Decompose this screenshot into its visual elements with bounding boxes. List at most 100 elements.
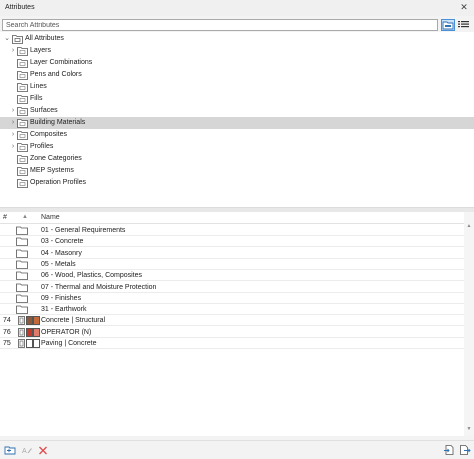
material-icon [18,339,25,348]
composites-icon [17,131,28,140]
zone-categories-icon [17,155,28,164]
tree-item-all-attributes[interactable]: ⌄ All Attributes [0,33,474,45]
tree-item-composites[interactable]: › Composites [0,129,474,141]
tree-item-label: Layer Combinations [30,59,93,66]
chevron-right-icon[interactable]: › [9,118,17,128]
folder-row[interactable]: 03 - Concrete [0,236,464,248]
layers-icon [17,47,28,56]
material-surface-swatch [33,339,40,348]
search-box[interactable] [2,19,438,31]
import-button[interactable] [443,444,455,456]
scroll-up-arrow-icon[interactable]: ▲ [466,223,472,229]
folder-icon [16,260,28,269]
tree-item-label: All Attributes [25,35,64,42]
list-view-icon [458,21,469,28]
folder-row[interactable]: 31 - Earthwork [0,304,464,316]
folder-icon [16,226,28,235]
tree-item-pens-and-colors[interactable]: Pens and Colors [0,69,474,81]
material-cut-fill-swatch [26,327,33,337]
operation-profiles-icon [17,179,28,188]
rename-button[interactable]: A [21,444,33,456]
list-scrollbar[interactable]: ▲ ▼ [464,212,474,436]
new-folder-button[interactable] [4,444,16,456]
folder-name: 01 - General Requirements [41,227,126,234]
tree-item-label: Operation Profiles [30,179,87,186]
chevron-right-icon[interactable]: › [9,142,17,152]
delete-button[interactable] [37,444,49,456]
tree-item-mep-systems[interactable]: MEP Systems [0,165,474,177]
folder-name: 07 - Thermal and Moisture Protection [41,283,157,291]
list-header: # ▲ Name [0,212,464,224]
folder-row[interactable]: 04 - Masonry [0,248,464,259]
material-icon [18,327,25,337]
tree-item-label: Zone Categories [30,155,82,162]
tree-item-profiles[interactable]: › Profiles [0,141,474,153]
import-icon [444,445,454,455]
attribute-tree: ⌄ All Attributes › Layers Layer Combinatio… [0,32,474,208]
tree-item-label: Profiles [30,143,54,150]
folder-row[interactable]: 09 - Finishes [0,293,464,304]
close-icon[interactable]: ✕ [459,2,469,12]
chevron-down-icon[interactable]: ⌄ [3,34,11,44]
building-materials-icon [17,119,28,128]
chevron-right-icon[interactable]: › [9,46,17,56]
tree-item-label: Building Materials [30,119,86,126]
scroll-down-arrow-icon[interactable]: ▼ [466,426,472,432]
attribute-list: # ▲ Name 01 - General Requirements 03 - C… [0,212,464,436]
folder-name: 31 - Earthwork [41,306,87,314]
folder-name: 03 - Concrete [41,238,84,246]
folder-icon [16,283,28,292]
tree-item-zone-categories[interactable]: Zone Categories [0,153,474,165]
index-column-header[interactable]: # [3,214,7,221]
folder-icon [16,305,28,314]
material-surface-swatch [33,327,40,337]
name-column-header[interactable]: Name [41,214,60,221]
mep-systems-icon [17,167,28,176]
delete-icon [39,446,47,455]
folder-row[interactable]: 07 - Thermal and Moisture Protection [0,282,464,293]
tree-item-layers[interactable]: › Layers [0,45,474,57]
svg-text:A: A [22,448,27,455]
tree-item-lines[interactable]: Lines [0,81,474,93]
rename-icon: A [22,448,32,455]
folder-row[interactable]: 01 - General Requirements [0,225,464,236]
tree-item-label: Lines [30,83,47,90]
tree-item-fills[interactable]: Fills [0,93,474,105]
material-row[interactable]: 75 Paving | Concrete [0,338,464,349]
tree-item-label: Fills [30,95,43,102]
tree-item-label: Surfaces [30,107,58,114]
folder-name: 09 - Finishes [41,294,82,302]
chevron-right-icon[interactable]: › [9,106,17,116]
sort-ascending-icon[interactable]: ▲ [22,214,28,220]
folder-view-button[interactable] [441,19,455,31]
pens-colors-icon [17,71,28,80]
tree-item-label: Composites [30,131,67,138]
tree-item-building-materials[interactable]: › Building Materials [0,117,474,129]
search-input[interactable] [3,20,437,30]
folder-row[interactable]: 05 - Metals [0,259,464,270]
material-row[interactable]: 76 OPERATOR (N) [0,327,464,338]
list-view-button[interactable] [457,19,471,31]
profiles-icon [17,143,28,152]
material-name: Paving | Concrete [41,340,97,347]
attributes-root-icon [12,35,23,44]
material-name: OPERATOR (N) [41,328,92,336]
tree-item-surfaces[interactable]: › Surfaces [0,105,474,117]
folder-view-icon [442,21,454,30]
folder-row[interactable]: 06 - Wood, Plastics, Composites [0,270,464,282]
layer-combinations-icon [17,59,28,68]
material-index: 76 [3,328,11,336]
new-folder-icon [4,446,16,455]
folder-icon [16,249,28,258]
folder-icon [16,271,28,281]
title-bar: Attributes ✕ [0,0,474,16]
fills-icon [17,95,28,104]
tree-item-operation-profiles[interactable]: Operation Profiles [0,177,474,189]
export-button[interactable] [459,444,471,456]
tree-item-label: MEP Systems [30,167,74,174]
tree-item-label: Layers [30,47,52,54]
folder-icon [16,294,28,303]
tree-item-layer-combinations[interactable]: Layer Combinations [0,57,474,69]
material-row[interactable]: 74 Concrete | Structural [0,315,464,327]
chevron-right-icon[interactable]: › [9,130,17,140]
